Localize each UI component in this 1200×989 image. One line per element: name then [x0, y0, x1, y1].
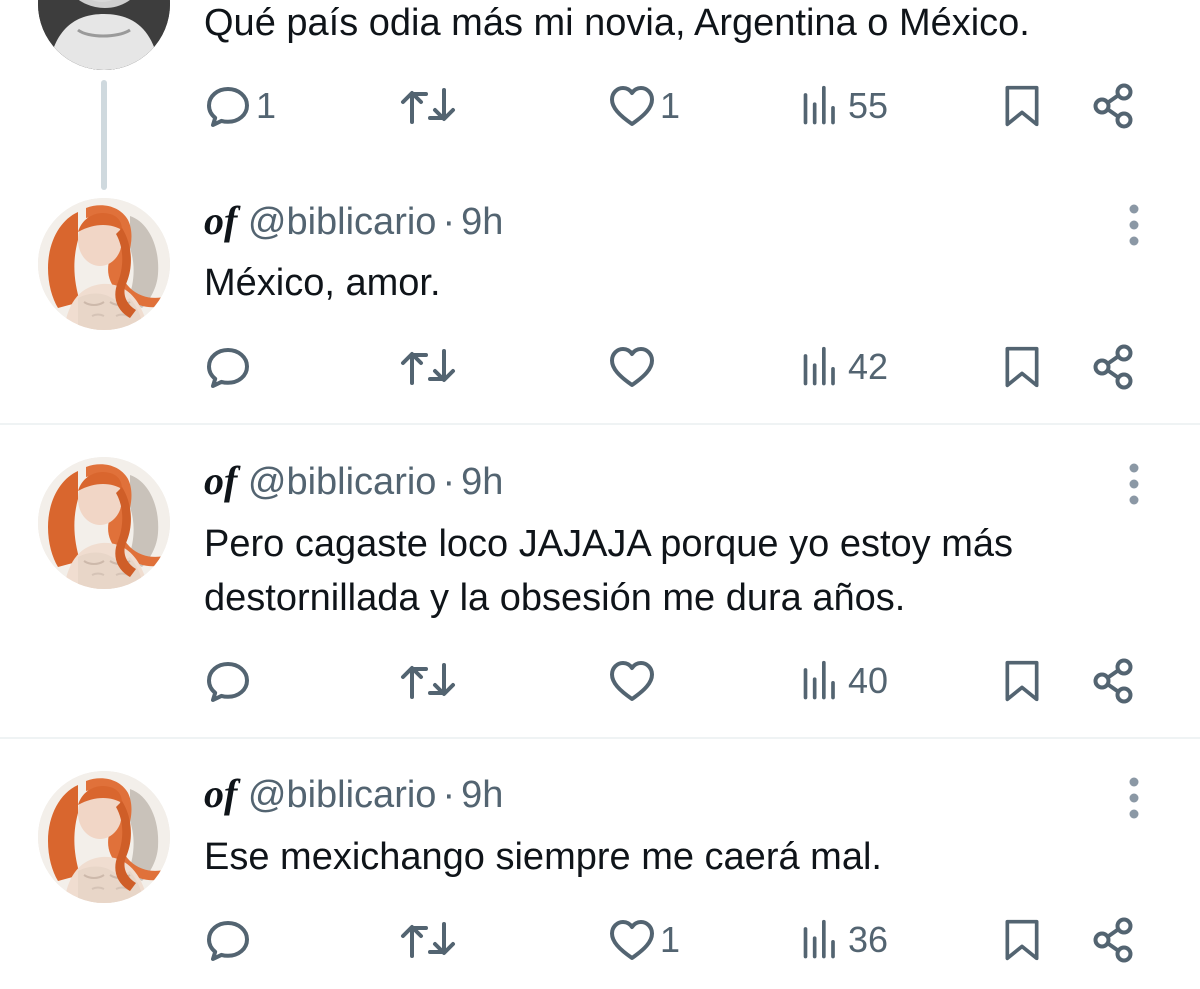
- separator-dot: ·: [442, 774, 456, 816]
- heart-icon: [608, 82, 656, 130]
- user-handle[interactable]: @biblicario: [248, 774, 437, 816]
- avatar[interactable]: [38, 771, 170, 903]
- share-button[interactable]: [1090, 651, 1138, 711]
- user-handle[interactable]: @biblicario: [248, 461, 437, 503]
- repost-button[interactable]: [398, 337, 462, 397]
- tweet-actions: 40: [0, 651, 1200, 711]
- share-icon: [1090, 82, 1138, 130]
- bookmark-button[interactable]: [1000, 910, 1044, 970]
- more-vertical-icon: [1116, 460, 1152, 508]
- repost-button[interactable]: [398, 76, 462, 136]
- views-button[interactable]: 40: [800, 651, 888, 711]
- bookmark-icon: [1000, 343, 1044, 391]
- tweet-header: of @biblicario · 9h: [204, 197, 503, 245]
- reply-button[interactable]: [204, 651, 256, 711]
- share-icon: [1090, 916, 1138, 964]
- tweet-text: Ese mexichango siempre me caerá mal.: [204, 836, 882, 878]
- reply-button[interactable]: [204, 337, 256, 397]
- bookmark-icon: [1000, 657, 1044, 705]
- reply-icon: [204, 82, 252, 130]
- tweet-text: México, amor.: [204, 262, 441, 304]
- views-button[interactable]: 42: [800, 337, 888, 397]
- heart-icon: [608, 657, 656, 705]
- avatar-image: [38, 198, 170, 330]
- like-button[interactable]: [608, 651, 660, 711]
- tweet-text: Pero cagaste loco JAJAJA porque yo estoy…: [204, 523, 1013, 619]
- tweet-text: Qué país odia más mi novia, Argentina o …: [204, 2, 1030, 44]
- timestamp[interactable]: 9h: [461, 461, 503, 503]
- reply-icon: [204, 657, 252, 705]
- view-count: 36: [848, 919, 889, 960]
- bookmark-icon: [1000, 82, 1044, 130]
- repost-icon: [398, 343, 458, 391]
- share-button[interactable]: [1090, 910, 1138, 970]
- separator-dot: ·: [442, 461, 456, 503]
- repost-button[interactable]: [398, 910, 462, 970]
- avatar-image: [38, 0, 170, 70]
- tweet-actions: 1 36: [0, 910, 1200, 970]
- avatar-image: [38, 771, 170, 903]
- repost-icon: [398, 916, 458, 964]
- tweet-actions: 1 1 55: [0, 76, 1200, 136]
- views-icon: [800, 82, 844, 130]
- tweet-header: of @biblicario · 9h: [204, 770, 503, 818]
- bookmark-button[interactable]: [1000, 651, 1044, 711]
- like-count: 1: [660, 85, 681, 126]
- share-button[interactable]: [1090, 76, 1138, 136]
- avatar-image: [38, 457, 170, 589]
- view-count: 55: [848, 85, 889, 126]
- avatar[interactable]: [38, 457, 170, 589]
- timestamp[interactable]: 9h: [461, 201, 503, 243]
- repost-icon: [398, 82, 458, 130]
- more-options-button[interactable]: [1116, 774, 1152, 822]
- more-vertical-icon: [1116, 201, 1152, 249]
- tweet-header: of @biblicario · 9h: [204, 457, 503, 505]
- views-button[interactable]: 36: [800, 910, 888, 970]
- like-button[interactable]: 1: [608, 910, 680, 970]
- like-button[interactable]: [608, 337, 660, 397]
- share-icon: [1090, 343, 1138, 391]
- reply-icon: [204, 916, 252, 964]
- timestamp[interactable]: 9h: [461, 774, 503, 816]
- views-icon: [800, 343, 844, 391]
- display-name[interactable]: of: [204, 771, 237, 816]
- more-options-button[interactable]: [1116, 460, 1152, 508]
- view-count: 42: [848, 346, 889, 387]
- reply-icon: [204, 343, 252, 391]
- share-button[interactable]: [1090, 337, 1138, 397]
- tweet-actions: 42: [0, 337, 1200, 397]
- tweet-divider: [0, 423, 1200, 425]
- bookmark-icon: [1000, 916, 1044, 964]
- separator-dot: ·: [442, 201, 456, 243]
- share-icon: [1090, 657, 1138, 705]
- views-button[interactable]: 55: [800, 76, 888, 136]
- more-vertical-icon: [1116, 774, 1152, 822]
- views-icon: [800, 657, 844, 705]
- tweet-divider: [0, 737, 1200, 739]
- reply-button[interactable]: 1: [204, 76, 276, 136]
- display-name[interactable]: of: [204, 458, 237, 503]
- avatar[interactable]: [38, 198, 170, 330]
- repost-icon: [398, 657, 458, 705]
- user-handle[interactable]: @biblicario: [248, 201, 437, 243]
- bookmark-button[interactable]: [1000, 337, 1044, 397]
- heart-icon: [608, 916, 656, 964]
- like-count: 1: [660, 919, 681, 960]
- heart-icon: [608, 343, 656, 391]
- display-name[interactable]: of: [204, 198, 237, 243]
- avatar[interactable]: [38, 0, 170, 70]
- view-count: 40: [848, 660, 889, 701]
- reply-button[interactable]: [204, 910, 256, 970]
- repost-button[interactable]: [398, 651, 462, 711]
- views-icon: [800, 916, 844, 964]
- like-button[interactable]: 1: [608, 76, 680, 136]
- reply-count: 1: [256, 85, 277, 126]
- more-options-button[interactable]: [1116, 201, 1152, 249]
- bookmark-button[interactable]: [1000, 76, 1044, 136]
